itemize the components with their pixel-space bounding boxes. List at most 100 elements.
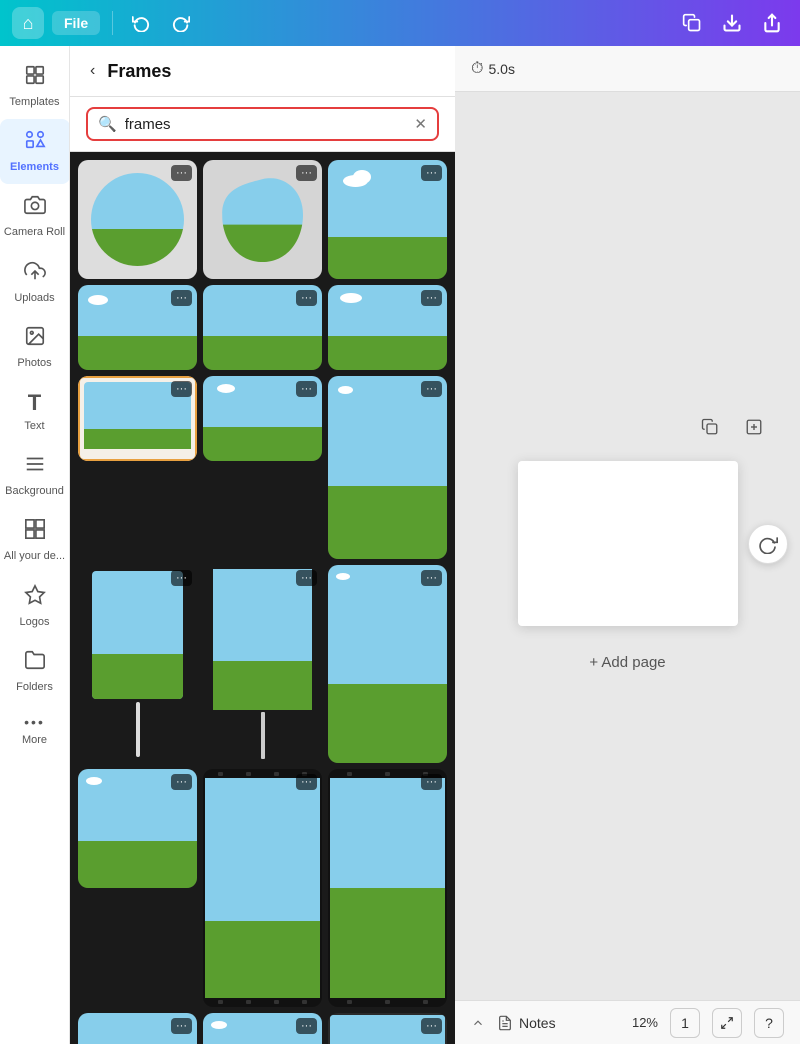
photos-icon bbox=[24, 325, 46, 353]
more-options-button[interactable]: ··· bbox=[171, 381, 192, 397]
canvas-page[interactable] bbox=[518, 461, 738, 626]
text-icon: T bbox=[28, 390, 41, 416]
sidebar-item-folders[interactable]: Folders bbox=[0, 639, 70, 704]
add-page-button[interactable]: + Add page bbox=[549, 642, 705, 683]
duplicate-button[interactable] bbox=[676, 7, 708, 39]
canvas-topbar: ⏱ 5.0s bbox=[455, 46, 800, 92]
home-button[interactable]: ⌂ bbox=[12, 7, 44, 39]
grid-row-3: ··· ··· bbox=[78, 376, 447, 559]
more-options-button[interactable]: ··· bbox=[421, 381, 442, 397]
background-icon bbox=[24, 453, 46, 481]
help-button[interactable]: ? bbox=[754, 1008, 784, 1038]
file-menu-button[interactable]: File bbox=[52, 11, 100, 35]
frame-item-portrait-1[interactable]: ··· bbox=[328, 376, 447, 559]
more-options-button[interactable]: ··· bbox=[171, 570, 192, 586]
more-options-button[interactable]: ··· bbox=[421, 570, 442, 586]
canvas-page-container bbox=[518, 461, 738, 626]
zoom-level: 12% bbox=[632, 1015, 658, 1030]
more-options-button[interactable]: ··· bbox=[421, 774, 442, 790]
separator bbox=[112, 11, 113, 35]
more-options-button[interactable]: ··· bbox=[171, 1018, 192, 1034]
frame-item-tall-paper[interactable]: ··· bbox=[78, 565, 197, 763]
frame-item-film-strip-2[interactable]: ··· bbox=[328, 769, 447, 1007]
more-options-button[interactable]: ··· bbox=[421, 165, 442, 181]
undo-button[interactable] bbox=[125, 7, 157, 39]
frame-item-landscape-square[interactable]: ··· bbox=[328, 160, 447, 279]
sidebar-item-photos[interactable]: Photos bbox=[0, 315, 70, 380]
search-clear-button[interactable]: ✕ bbox=[414, 115, 427, 133]
sidebar-item-label: Text bbox=[24, 420, 44, 433]
page-number-button[interactable]: 1 bbox=[670, 1008, 700, 1038]
frame-item-wide-landscape[interactable]: ··· bbox=[78, 769, 197, 888]
sidebar-item-logos[interactable]: Logos bbox=[0, 574, 70, 639]
frame-item-wide-3[interactable]: ··· bbox=[328, 285, 447, 370]
sidebar-item-label: Templates bbox=[9, 96, 59, 109]
more-options-button[interactable]: ··· bbox=[421, 290, 442, 306]
sidebar-item-camera-roll[interactable]: Camera Roll bbox=[0, 184, 70, 249]
sidebar-item-label: All your de... bbox=[4, 550, 65, 563]
sidebar-item-uploads[interactable]: Uploads bbox=[0, 250, 70, 315]
download-button[interactable] bbox=[716, 7, 748, 39]
frame-item-wide-2[interactable]: ··· bbox=[203, 285, 322, 370]
bottom-bar: Notes 12% 1 ? bbox=[455, 1000, 800, 1044]
back-button[interactable]: ‹ bbox=[86, 58, 99, 84]
more-options-button[interactable]: ··· bbox=[296, 381, 317, 397]
more-options-button[interactable]: ··· bbox=[171, 290, 192, 306]
frame-item-tall-portrait[interactable]: ··· bbox=[328, 565, 447, 763]
frame-item-landscape-wide[interactable]: ··· bbox=[203, 376, 322, 461]
logos-icon bbox=[24, 584, 46, 612]
sidebar-item-background[interactable]: Background bbox=[0, 443, 70, 508]
more-options-button[interactable]: ··· bbox=[296, 570, 317, 586]
frame-item-film-1[interactable]: ··· bbox=[78, 376, 197, 461]
frame-item-blob[interactable]: ··· bbox=[203, 160, 322, 279]
more-options-button[interactable]: ··· bbox=[421, 1018, 442, 1034]
panel-title: Frames bbox=[107, 61, 171, 82]
canvas-main: + Add page bbox=[455, 92, 800, 1000]
more-options-button[interactable]: ··· bbox=[296, 290, 317, 306]
frame-item-wide-1[interactable]: ··· bbox=[78, 285, 197, 370]
upload-icon bbox=[24, 260, 46, 288]
sidebar-item-label: Folders bbox=[16, 681, 53, 694]
copy-page-button[interactable] bbox=[692, 409, 728, 445]
sidebar-item-elements[interactable]: Elements bbox=[0, 119, 70, 184]
frame-item-tall-paper-2[interactable]: ··· bbox=[203, 565, 322, 763]
topbar: ⌂ File bbox=[0, 0, 800, 46]
fullscreen-button[interactable] bbox=[712, 1008, 742, 1038]
templates-icon bbox=[24, 64, 46, 92]
sidebar-item-label: Camera Roll bbox=[4, 226, 65, 239]
redo-button[interactable] bbox=[165, 7, 197, 39]
share-button[interactable] bbox=[756, 7, 788, 39]
more-options-button[interactable]: ··· bbox=[296, 1018, 317, 1034]
sidebar-item-label: Logos bbox=[20, 616, 50, 629]
sidebar-item-templates[interactable]: Templates bbox=[0, 54, 70, 119]
search-input[interactable] bbox=[125, 116, 407, 133]
sidebar-item-more[interactable]: ••• More bbox=[0, 704, 70, 757]
ai-refresh-button[interactable] bbox=[748, 524, 788, 564]
add-page-top-button[interactable] bbox=[736, 409, 772, 445]
timer-value: 5.0s bbox=[488, 61, 514, 77]
all-designs-icon bbox=[24, 518, 46, 546]
timer-badge: ⏱ 5.0s bbox=[471, 60, 515, 78]
grid-row-6: ··· ··· ··· bbox=[78, 1013, 447, 1044]
search-input-wrapper: 🔍 ✕ bbox=[86, 107, 439, 141]
sidebar-item-label: Elements bbox=[10, 161, 59, 174]
sidebar-item-text[interactable]: T Text bbox=[0, 380, 70, 443]
sidebar-item-all-designs[interactable]: All your de... bbox=[0, 508, 70, 573]
frame-item-sq-2[interactable]: ··· bbox=[203, 1013, 322, 1044]
search-icon: 🔍 bbox=[98, 115, 117, 133]
frame-item-sq-1[interactable]: ··· bbox=[78, 1013, 197, 1044]
canvas-actions bbox=[692, 409, 772, 445]
more-options-button[interactable]: ··· bbox=[296, 165, 317, 181]
notes-button[interactable]: Notes bbox=[497, 1015, 556, 1031]
more-options-button[interactable]: ··· bbox=[171, 165, 192, 181]
frame-item-film-strip[interactable]: ··· bbox=[203, 769, 322, 1007]
grid-row-4: ··· ··· bbox=[78, 565, 447, 763]
more-options-button[interactable]: ··· bbox=[171, 774, 192, 790]
page-number: 1 bbox=[681, 1015, 689, 1031]
sidebar-item-label: Uploads bbox=[14, 292, 54, 305]
frame-item-circle[interactable]: ··· bbox=[78, 160, 197, 279]
bottom-chevron-up bbox=[471, 1016, 485, 1030]
more-icon: ••• bbox=[24, 714, 45, 730]
more-options-button[interactable]: ··· bbox=[296, 774, 317, 790]
frame-item-sq-3[interactable]: ··· bbox=[328, 1013, 447, 1044]
